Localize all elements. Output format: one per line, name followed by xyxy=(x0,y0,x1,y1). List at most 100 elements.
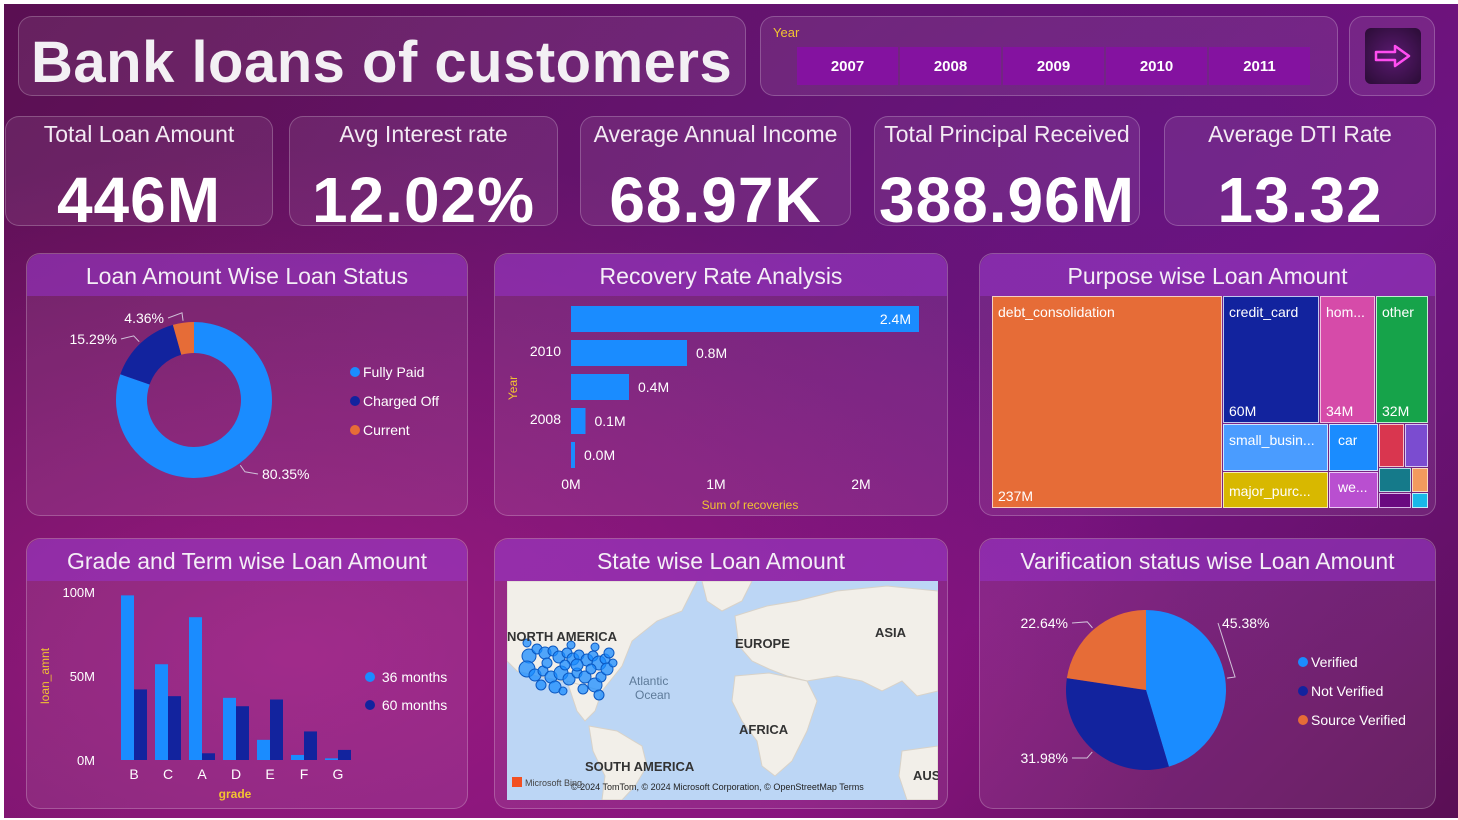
data-label: 15.29% xyxy=(70,331,117,347)
y-tick-label: 2008 xyxy=(530,411,561,427)
bar xyxy=(304,731,317,760)
treemap-tile-small[interactable] xyxy=(1379,493,1411,508)
treemap-tile-small[interactable] xyxy=(1412,468,1428,492)
x-tick-label: E xyxy=(265,766,274,782)
verification-card: Varification status wise Loan Amount 45.… xyxy=(979,538,1436,809)
state-bubble xyxy=(541,657,553,669)
bar xyxy=(257,739,270,760)
legend-dot xyxy=(350,396,360,407)
legend-60-months[interactable]: 60 months xyxy=(365,697,447,713)
kpi-avg-interest-rate: Avg Interest rate 12.02% xyxy=(289,116,558,236)
state-map[interactable]: NORTH AMERICA EUROPE ASIA Atlantic Ocean… xyxy=(507,581,938,800)
recovery-rate-card: Recovery Rate Analysis 2.4M 0.8M 2010 0.4M 0… xyxy=(494,253,948,516)
treemap-tile-small-business[interactable]: small_busin... xyxy=(1223,424,1328,471)
pie-slice xyxy=(120,324,182,385)
kpi-total-principal-received: Total Principal Received 388.96M xyxy=(874,116,1140,236)
year-button-2008[interactable]: 2008 xyxy=(900,47,1001,85)
treemap-value: 32M xyxy=(1382,403,1410,419)
kpi-label: Total Principal Received xyxy=(884,121,1130,147)
kpi-average-annual-income: Average Annual Income 68.97K xyxy=(580,116,851,236)
card-title: Recovery Rate Analysis xyxy=(495,254,947,296)
y-tick-label: 50M xyxy=(70,669,95,684)
legend-source-verified[interactable]: Source Verified xyxy=(1298,712,1406,728)
legend-verified[interactable]: Verified xyxy=(1298,654,1358,670)
bar xyxy=(325,758,338,760)
treemap-label: we... xyxy=(1338,479,1368,495)
bar xyxy=(571,408,586,434)
y-tick-label: 0M xyxy=(77,753,95,768)
card-title: Varification status wise Loan Amount xyxy=(980,539,1435,581)
legend-current[interactable]: Current xyxy=(350,422,410,438)
microsoft-logo-icon xyxy=(512,777,522,787)
year-slicer: Year 2007 2008 2009 2010 2011 xyxy=(760,16,1338,96)
card-title: Purpose wise Loan Amount xyxy=(980,254,1435,296)
leader-line xyxy=(120,335,140,343)
x-tick-label: A xyxy=(197,766,207,782)
x-tick-label: C xyxy=(163,766,173,782)
bar xyxy=(121,595,134,760)
year-button-2007[interactable]: 2007 xyxy=(797,47,898,85)
data-label: 45.38% xyxy=(1222,615,1269,631)
legend-label: Source Verified xyxy=(1311,712,1406,728)
treemap-value: 237M xyxy=(998,488,1034,504)
legend-label: Fully Paid xyxy=(363,364,425,380)
kpi-value: 13.32 xyxy=(1217,164,1383,236)
year-button-2009[interactable]: 2009 xyxy=(1003,47,1104,85)
loan-status-card: Loan Amount Wise Loan Status 80.35% 15.29… xyxy=(26,253,468,516)
bar xyxy=(291,754,304,760)
treemap-tile-other[interactable]: other 32M xyxy=(1376,296,1428,423)
bar xyxy=(223,697,236,760)
treemap-tile-small[interactable] xyxy=(1379,468,1411,492)
map-label-north-america: NORTH AMERICA xyxy=(507,629,618,644)
kpi-total-loan-amount: Total Loan Amount 446M xyxy=(5,116,273,236)
kpi-value: 446M xyxy=(56,164,222,236)
bar xyxy=(155,664,168,760)
legend-not-verified[interactable]: Not Verified xyxy=(1298,683,1383,699)
bar xyxy=(571,442,575,468)
state-bubble xyxy=(593,689,605,701)
next-page-button[interactable] xyxy=(1365,28,1421,84)
legend-dot xyxy=(1298,686,1308,697)
treemap-tile-credit-card[interactable]: credit_card 60M xyxy=(1223,296,1319,423)
kpi-average-dti-rate: Average DTI Rate 13.32 xyxy=(1164,116,1436,236)
kpi-value: 388.96M xyxy=(878,164,1136,236)
legend-label: Current xyxy=(363,422,410,438)
title-panel: Bank loans of customers xyxy=(18,16,746,96)
year-button-2010[interactable]: 2010 xyxy=(1106,47,1207,85)
treemap-label: car xyxy=(1338,432,1358,448)
legend-dot xyxy=(350,425,360,436)
treemap-label: debt_consolidation xyxy=(998,304,1115,320)
bar xyxy=(134,689,147,760)
y-axis-title: loan_amnt xyxy=(38,647,52,704)
treemap-label: hom... xyxy=(1326,304,1365,320)
kpi-value: 68.97K xyxy=(609,164,822,236)
bar xyxy=(270,699,283,760)
treemap-tile-debt-consolidation[interactable]: debt_consolidation 237M xyxy=(992,296,1222,508)
treemap-tile-home[interactable]: hom... 34M xyxy=(1320,296,1375,423)
legend-label: Verified xyxy=(1311,654,1358,670)
treemap-tile-small[interactable] xyxy=(1412,493,1428,508)
leader-line xyxy=(1071,751,1093,759)
treemap-tile-small[interactable] xyxy=(1379,424,1404,467)
treemap-tile-wedding[interactable]: we... xyxy=(1329,472,1378,508)
legend-dot xyxy=(365,672,375,683)
bar xyxy=(189,617,202,760)
legend-charged-off[interactable]: Charged Off xyxy=(350,393,439,409)
page-title: Bank loans of customers xyxy=(31,30,733,95)
map-label-ocean: Ocean xyxy=(635,688,670,702)
kpi-label: Avg Interest rate xyxy=(339,121,508,147)
legend-36-months[interactable]: 36 months xyxy=(365,669,447,685)
treemap-tile-major-purchase[interactable]: major_purc... xyxy=(1223,472,1328,508)
treemap-value: 34M xyxy=(1326,403,1354,419)
legend-dot xyxy=(365,700,375,711)
legend-fully-paid[interactable]: Fully Paid xyxy=(350,364,424,380)
bar xyxy=(202,753,215,760)
kpi-label: Average DTI Rate xyxy=(1208,121,1392,147)
data-label: 0.8M xyxy=(696,345,727,361)
year-button-2011[interactable]: 2011 xyxy=(1209,47,1310,85)
data-label: 80.35% xyxy=(262,466,309,482)
treemap-value: 60M xyxy=(1229,403,1257,419)
data-label: 0.4M xyxy=(638,379,669,395)
treemap-tile-car[interactable]: car xyxy=(1329,424,1378,471)
treemap-tile-small[interactable] xyxy=(1405,424,1428,467)
